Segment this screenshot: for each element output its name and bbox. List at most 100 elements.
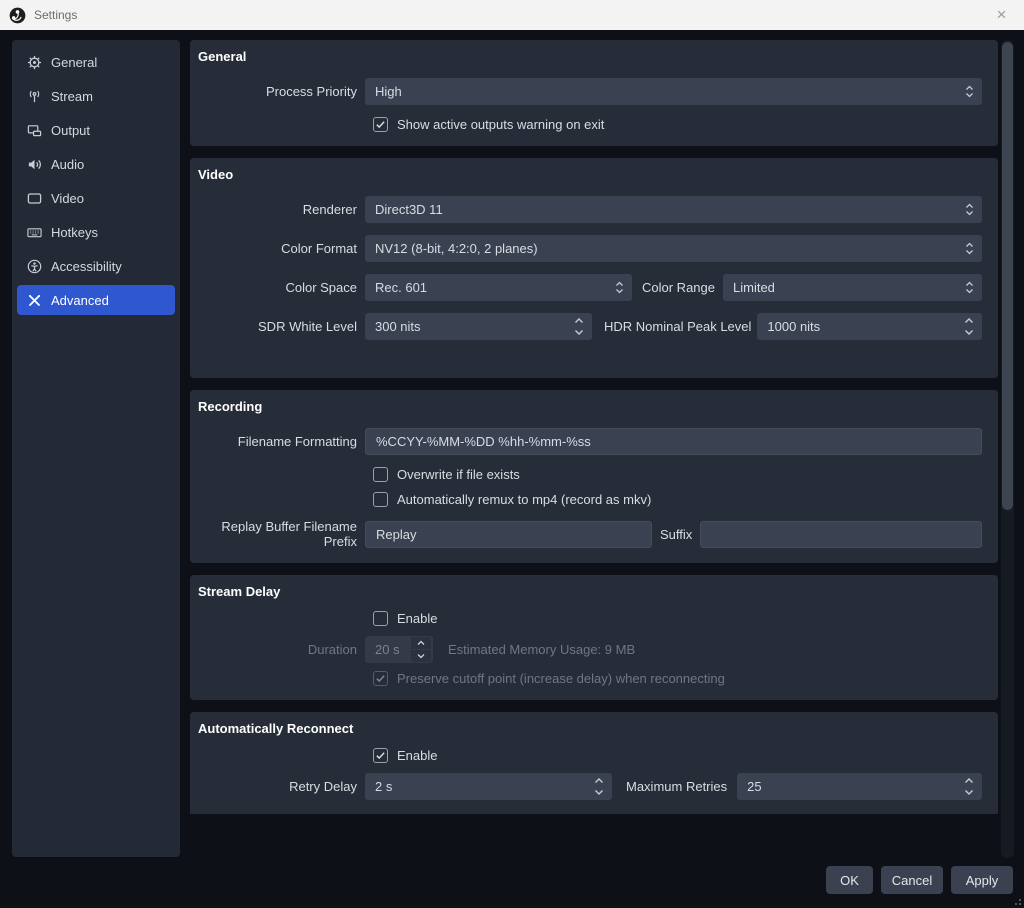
stream-delay-enable-checkbox[interactable] xyxy=(373,611,388,626)
replay-prefix-input[interactable] xyxy=(365,521,652,548)
spin-down-icon xyxy=(411,650,431,662)
section-auto-reconnect-title: Automatically Reconnect xyxy=(198,720,982,738)
window-body: General Stream Output xyxy=(0,30,1024,908)
overwrite-checkbox[interactable] xyxy=(373,467,388,482)
sidebar-item-label: Stream xyxy=(51,89,93,104)
hdr-peak-level-spinbox[interactable]: 1000 nits xyxy=(757,313,982,340)
hdr-peak-level-value: 1000 nits xyxy=(767,319,820,334)
color-range-label: Color Range xyxy=(642,280,715,295)
color-format-select[interactable]: NV12 (8-bit, 4:2:0, 2 planes) xyxy=(365,235,982,262)
remux-checkbox[interactable] xyxy=(373,492,388,507)
renderer-label: Renderer xyxy=(198,202,357,217)
color-format-value: NV12 (8-bit, 4:2:0, 2 planes) xyxy=(375,241,538,256)
preserve-cutoff-label: Preserve cutoff point (increase delay) w… xyxy=(397,671,725,686)
chevron-updown-icon xyxy=(615,280,624,295)
window-title: Settings xyxy=(34,8,77,22)
sidebar-item-label: Audio xyxy=(51,157,84,172)
stream-delay-enable-label: Enable xyxy=(397,611,437,626)
color-range-value: Limited xyxy=(733,280,775,295)
process-priority-select[interactable]: High xyxy=(365,78,982,105)
filename-formatting-label: Filename Formatting xyxy=(198,434,357,449)
sidebar-item-video[interactable]: Video xyxy=(17,183,175,213)
scrollbar-thumb[interactable] xyxy=(1002,42,1013,510)
sidebar-item-output[interactable]: Output xyxy=(17,115,175,145)
chevron-updown-icon xyxy=(594,777,604,796)
speaker-icon xyxy=(26,156,42,172)
max-retries-label: Maximum Retries xyxy=(626,779,727,794)
scrollbar-track[interactable] xyxy=(1001,40,1014,858)
sidebar-item-hotkeys[interactable]: Hotkeys xyxy=(17,217,175,247)
sidebar-item-label: Accessibility xyxy=(51,259,122,274)
sdr-white-level-spinbox[interactable]: 300 nits xyxy=(365,313,592,340)
section-video: Video Renderer Direct3D 11 Color Format … xyxy=(190,158,998,378)
color-space-select[interactable]: Rec. 601 xyxy=(365,274,632,301)
accessibility-icon xyxy=(26,258,42,274)
sidebar-item-accessibility[interactable]: Accessibility xyxy=(17,251,175,281)
chevron-updown-icon xyxy=(964,777,974,796)
chevron-updown-icon xyxy=(965,241,974,256)
cancel-button[interactable]: Cancel xyxy=(881,866,943,894)
tools-icon xyxy=(26,292,42,308)
estimated-memory-text: Estimated Memory Usage: 9 MB xyxy=(448,642,635,657)
chevron-updown-icon xyxy=(574,317,584,336)
chevron-updown-icon xyxy=(965,202,974,217)
max-retries-value: 25 xyxy=(747,779,761,794)
reconnect-enable-label: Enable xyxy=(397,748,437,763)
show-warning-checkbox[interactable] xyxy=(373,117,388,132)
duration-spinbox: 20 s xyxy=(365,636,433,663)
hdr-peak-level-label: HDR Nominal Peak Level xyxy=(604,319,751,334)
retry-delay-value: 2 s xyxy=(375,779,392,794)
apply-button[interactable]: Apply xyxy=(951,866,1013,894)
settings-sidebar: General Stream Output xyxy=(12,40,180,857)
preserve-cutoff-checkbox xyxy=(373,671,388,686)
share-screen-icon xyxy=(26,122,42,138)
spin-up-icon xyxy=(411,637,431,649)
filename-formatting-input[interactable] xyxy=(365,428,982,455)
color-space-value: Rec. 601 xyxy=(375,280,427,295)
obs-settings-window: { "titlebar": { "title": "Settings", "cl… xyxy=(0,0,1024,908)
overwrite-label: Overwrite if file exists xyxy=(397,467,520,482)
renderer-select[interactable]: Direct3D 11 xyxy=(365,196,982,223)
gear-icon xyxy=(26,54,42,70)
sidebar-item-label: Video xyxy=(51,191,84,206)
sidebar-item-general[interactable]: General xyxy=(17,47,175,77)
section-auto-reconnect: Automatically Reconnect Enable Retry Del… xyxy=(190,712,998,814)
replay-prefix-label: Replay Buffer Filename Prefix xyxy=(198,519,357,549)
settings-scroll-area: General Process Priority High Show activ… xyxy=(190,40,998,814)
retry-delay-label: Retry Delay xyxy=(198,779,357,794)
obs-logo-icon xyxy=(9,7,26,24)
color-space-label: Color Space xyxy=(198,280,357,295)
resize-grip[interactable] xyxy=(1012,896,1021,905)
chevron-updown-icon xyxy=(964,317,974,336)
chevron-updown-icon xyxy=(965,280,974,295)
color-format-label: Color Format xyxy=(198,241,357,256)
sidebar-item-label: Hotkeys xyxy=(51,225,98,240)
suffix-input[interactable] xyxy=(700,521,982,548)
duration-value: 20 s xyxy=(375,642,400,657)
color-range-select[interactable]: Limited xyxy=(723,274,982,301)
duration-label: Duration xyxy=(198,642,357,657)
reconnect-enable-checkbox[interactable] xyxy=(373,748,388,763)
suffix-label: Suffix xyxy=(660,527,692,542)
section-video-title: Video xyxy=(198,166,982,184)
section-general: General Process Priority High Show activ… xyxy=(190,40,998,146)
section-recording: Recording Filename Formatting Overwrite … xyxy=(190,390,998,563)
process-priority-value: High xyxy=(375,84,402,99)
max-retries-spinbox[interactable]: 25 xyxy=(737,773,982,800)
antenna-icon xyxy=(26,88,42,104)
spin-buttons xyxy=(411,637,431,662)
ok-button[interactable]: OK xyxy=(826,866,873,894)
section-general-title: General xyxy=(198,48,982,66)
close-icon[interactable]: × xyxy=(979,0,1024,30)
sidebar-item-advanced[interactable]: Advanced xyxy=(17,285,175,315)
section-stream-delay-title: Stream Delay xyxy=(198,583,982,601)
sidebar-item-audio[interactable]: Audio xyxy=(17,149,175,179)
show-warning-label: Show active outputs warning on exit xyxy=(397,117,604,132)
process-priority-label: Process Priority xyxy=(198,84,357,99)
retry-delay-spinbox[interactable]: 2 s xyxy=(365,773,612,800)
sidebar-item-stream[interactable]: Stream xyxy=(17,81,175,111)
sidebar-item-label: Advanced xyxy=(51,293,109,308)
sidebar-item-label: Output xyxy=(51,123,90,138)
remux-label: Automatically remux to mp4 (record as mk… xyxy=(397,492,651,507)
renderer-value: Direct3D 11 xyxy=(375,202,443,217)
